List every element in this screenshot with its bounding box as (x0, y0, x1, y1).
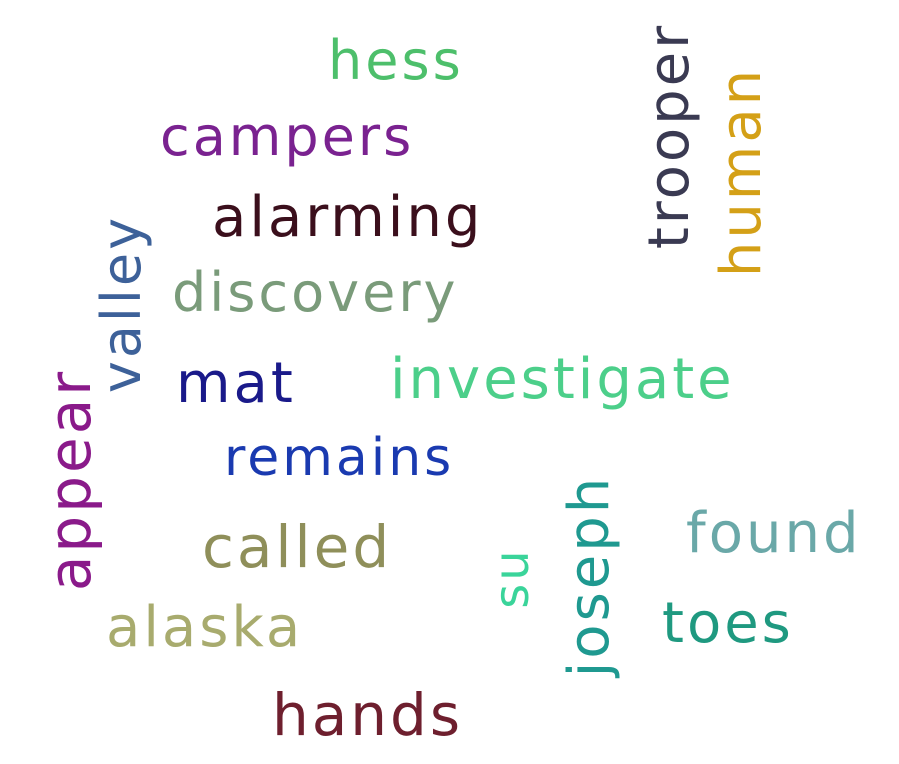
word-alaska: alaska (106, 595, 304, 660)
word-su: su (484, 547, 540, 609)
word-cloud: hess campers alarming discovery valley a… (0, 0, 899, 764)
word-investigate: investigate (390, 347, 735, 412)
word-remains: remains (224, 428, 455, 488)
word-mat: mat (176, 351, 296, 416)
word-campers: campers (160, 105, 415, 168)
word-valley: valley (90, 214, 153, 394)
word-alarming: alarming (212, 185, 484, 250)
word-hess: hess (328, 29, 464, 92)
word-called: called (202, 513, 393, 581)
word-appear: appear (36, 368, 104, 592)
word-joseph: joseph (557, 474, 622, 678)
word-discovery: discovery (172, 261, 459, 324)
word-found: found (686, 501, 862, 566)
word-hands: hands (272, 681, 464, 749)
word-toes: toes (662, 591, 794, 656)
word-trooper: trooper (637, 22, 702, 250)
word-human: human (709, 66, 774, 278)
